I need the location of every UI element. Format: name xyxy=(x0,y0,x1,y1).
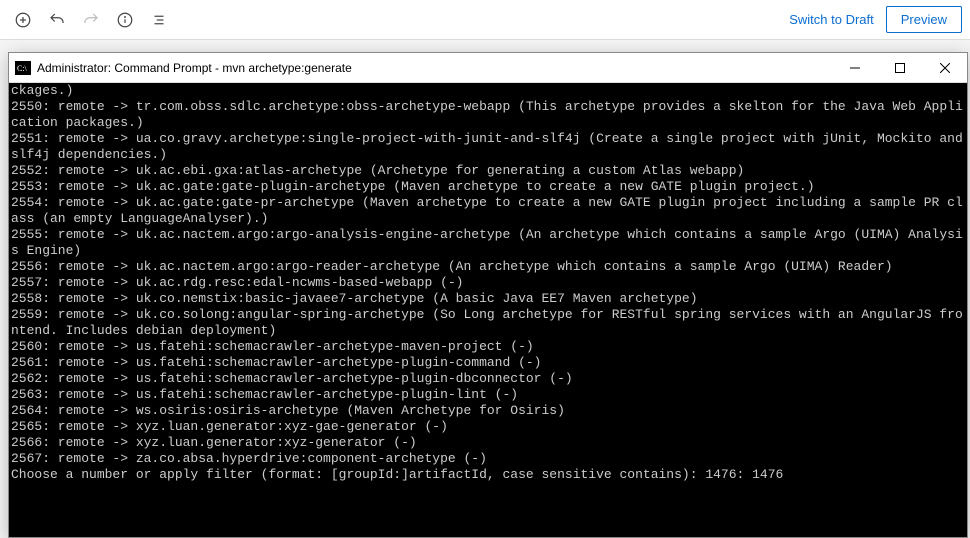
toolbar-right: Switch to Draft Preview xyxy=(789,6,962,33)
list-icon xyxy=(150,11,168,29)
redo-button[interactable] xyxy=(76,5,106,35)
undo-icon xyxy=(48,11,66,29)
info-button[interactable] xyxy=(110,5,140,35)
preview-button[interactable]: Preview xyxy=(886,6,962,33)
command-prompt-window: C:\ Administrator: Command Prompt - mvn … xyxy=(8,52,968,538)
close-button[interactable] xyxy=(922,53,967,82)
maximize-icon xyxy=(895,63,905,73)
minimize-icon xyxy=(850,63,860,73)
workspace: C:\ Administrator: Command Prompt - mvn … xyxy=(0,40,970,538)
info-icon xyxy=(116,11,134,29)
minimize-button[interactable] xyxy=(832,53,877,82)
redo-icon xyxy=(82,11,100,29)
window-titlebar[interactable]: C:\ Administrator: Command Prompt - mvn … xyxy=(9,53,967,83)
editor-toolbar: Switch to Draft Preview xyxy=(0,0,970,40)
undo-button[interactable] xyxy=(42,5,72,35)
window-controls xyxy=(832,53,967,82)
svg-text:C:\: C:\ xyxy=(17,64,28,73)
switch-to-draft-link[interactable]: Switch to Draft xyxy=(789,12,874,27)
cmd-icon: C:\ xyxy=(15,61,31,75)
plus-circle-icon xyxy=(14,11,32,29)
close-icon xyxy=(940,63,950,73)
terminal-output[interactable]: ckages.) 2550: remote -> tr.com.obss.sdl… xyxy=(9,83,967,537)
maximize-button[interactable] xyxy=(877,53,922,82)
toolbar-left xyxy=(8,5,789,35)
outline-button[interactable] xyxy=(144,5,174,35)
add-button[interactable] xyxy=(8,5,38,35)
window-title: Administrator: Command Prompt - mvn arch… xyxy=(37,61,832,75)
